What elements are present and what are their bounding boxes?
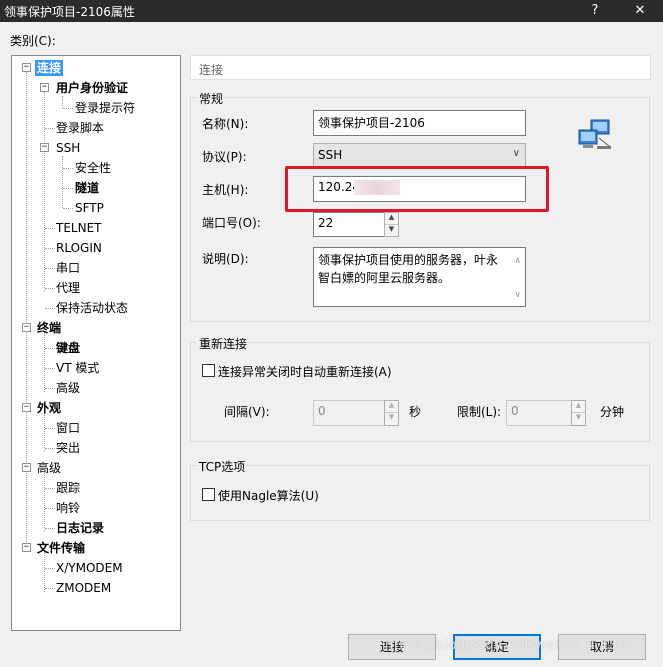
window-title: 领事保护项目-2106属性 bbox=[4, 5, 135, 19]
spin-up-icon[interactable]: ▲ bbox=[385, 401, 398, 413]
title-bar: 领事保护项目-2106属性 ? ✕ bbox=[0, 0, 663, 22]
scroll-up-icon[interactable]: ∧ bbox=[514, 252, 521, 270]
highlight-annotation bbox=[285, 166, 549, 212]
watermark: https://blog.csdn.net/weixin_4 1364 bbox=[385, 638, 636, 653]
description-textarea[interactable]: 领事保护项目使用的服务器，叶永 智白嫖的阿里云服务器。 ∧ ∨ bbox=[313, 247, 526, 307]
description-line: 智白嫖的阿里云服务器。 bbox=[318, 271, 451, 285]
interval-unit: 秒 bbox=[409, 405, 422, 419]
protocol-select[interactable]: SSH ∨ bbox=[313, 143, 526, 168]
spin-up-icon[interactable]: ▲ bbox=[385, 213, 398, 225]
tree-node-proxy[interactable]: 代理 bbox=[56, 280, 80, 296]
tree-node-serial[interactable]: 串口 bbox=[56, 260, 80, 276]
limit-unit: 分钟 bbox=[600, 405, 625, 419]
port-spinner[interactable]: ▲ ▼ bbox=[384, 212, 399, 237]
spin-down-icon[interactable]: ▼ bbox=[385, 225, 398, 237]
port-input[interactable]: 22 bbox=[313, 212, 385, 237]
protocol-select-value: SSH bbox=[318, 148, 343, 162]
tree-node-advanced[interactable]: 高级 bbox=[56, 380, 80, 396]
tree-node-login-script[interactable]: 登录脚本 bbox=[56, 120, 104, 136]
interval-input[interactable]: 0 bbox=[313, 400, 385, 426]
collapse-icon[interactable]: − bbox=[40, 83, 49, 92]
description-label: 说明(D): bbox=[202, 252, 249, 266]
description-line: 领事保护项目使用的服务器，叶永 bbox=[318, 253, 499, 267]
tree-node-tunnel[interactable]: 隧道 bbox=[75, 180, 99, 196]
general-group-title: 常规 bbox=[197, 90, 226, 107]
tree-node-xymodem[interactable]: X/YMODEM bbox=[56, 560, 123, 576]
tree-node-auth[interactable]: 用户身份验证 bbox=[56, 80, 128, 96]
protocol-label: 协议(P): bbox=[202, 150, 247, 164]
tree-node-advanced-root[interactable]: 高级 bbox=[37, 460, 61, 476]
limit-input[interactable]: 0 bbox=[506, 400, 578, 426]
tree-node-login-prompt[interactable]: 登录提示符 bbox=[75, 100, 135, 116]
tree-node-window[interactable]: 窗口 bbox=[56, 420, 80, 436]
collapse-icon[interactable]: − bbox=[40, 143, 49, 152]
collapse-icon[interactable]: − bbox=[22, 463, 31, 472]
tree-node-keyboard[interactable]: 键盘 bbox=[56, 340, 80, 356]
tree-node-trace[interactable]: 跟踪 bbox=[56, 480, 80, 496]
name-input[interactable]: 领事保护项目-2106 bbox=[313, 110, 526, 136]
section-header-text: 连接 bbox=[199, 63, 224, 77]
collapse-icon[interactable]: − bbox=[22, 543, 31, 552]
interval-spinner[interactable]: ▲ ▼ bbox=[384, 400, 399, 426]
category-tree[interactable]: − 连接 − 用户身份验证 登录提示符 登录脚本 − SSH 安全性 隧道 SF… bbox=[11, 55, 181, 631]
network-computers-icon bbox=[577, 118, 613, 152]
tree-node-ssh[interactable]: SSH bbox=[56, 140, 80, 156]
collapse-icon[interactable]: − bbox=[22, 323, 31, 332]
limit-label: 限制(L): bbox=[457, 405, 502, 419]
tree-node-logging[interactable]: 日志记录 bbox=[56, 520, 104, 536]
limit-spinner[interactable]: ▲ ▼ bbox=[571, 400, 586, 426]
tree-node-sftp[interactable]: SFTP bbox=[75, 200, 104, 216]
tree-node-telnet[interactable]: TELNET bbox=[56, 220, 102, 236]
spin-down-icon[interactable]: ▼ bbox=[572, 413, 585, 425]
reconnect-group-title: 重新连接 bbox=[197, 335, 250, 352]
spin-down-icon[interactable]: ▼ bbox=[385, 413, 398, 425]
tree-node-bell[interactable]: 响铃 bbox=[56, 500, 80, 516]
tree-node-keepalive[interactable]: 保持活动状态 bbox=[56, 300, 128, 316]
tree-node-connection[interactable]: 连接 bbox=[35, 60, 64, 76]
scroll-down-icon[interactable]: ∨ bbox=[514, 286, 521, 304]
tree-node-vt-mode[interactable]: VT 模式 bbox=[56, 360, 99, 376]
nagle-checkbox[interactable] bbox=[202, 488, 215, 501]
host-label: 主机(H): bbox=[202, 183, 249, 197]
close-button[interactable]: ✕ bbox=[617, 0, 663, 22]
auto-reconnect-checkbox[interactable] bbox=[202, 364, 215, 377]
tree-node-terminal[interactable]: 终端 bbox=[37, 320, 61, 336]
interval-label: 间隔(V): bbox=[224, 405, 270, 419]
tree-node-zmodem[interactable]: ZMODEM bbox=[56, 580, 111, 596]
tree-node-file-transfer[interactable]: 文件传输 bbox=[37, 540, 85, 556]
collapse-icon[interactable]: − bbox=[22, 63, 31, 72]
nagle-label: 使用Nagle算法(U) bbox=[218, 489, 319, 503]
port-label: 端口号(O): bbox=[202, 216, 261, 230]
tcp-group-title: TCP选项 bbox=[197, 458, 248, 475]
auto-reconnect-label: 连接异常关闭时自动重新连接(A) bbox=[218, 365, 392, 379]
tree-node-security[interactable]: 安全性 bbox=[75, 160, 111, 176]
tree-node-rlogin[interactable]: RLOGIN bbox=[56, 240, 102, 256]
category-label: 类别(C): bbox=[10, 34, 56, 48]
help-button[interactable]: ? bbox=[572, 0, 618, 22]
spin-up-icon[interactable]: ▲ bbox=[572, 401, 585, 413]
tree-node-highlight[interactable]: 突出 bbox=[56, 440, 80, 456]
collapse-icon[interactable]: − bbox=[22, 403, 31, 412]
name-label: 名称(N): bbox=[202, 117, 249, 131]
reconnect-group bbox=[190, 342, 650, 442]
section-header: 连接 bbox=[190, 55, 651, 80]
chevron-down-icon: ∨ bbox=[512, 148, 520, 159]
tree-node-appearance[interactable]: 外观 bbox=[37, 400, 61, 416]
